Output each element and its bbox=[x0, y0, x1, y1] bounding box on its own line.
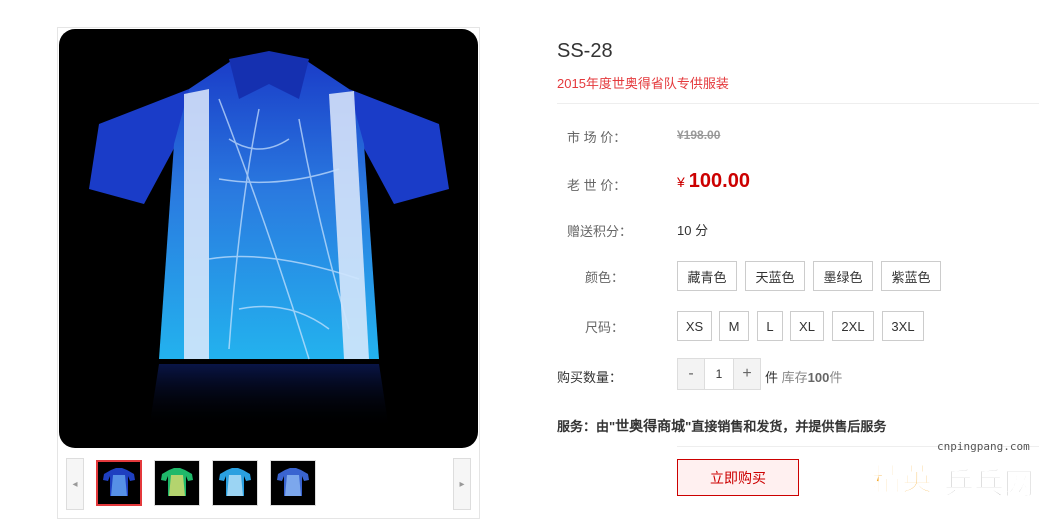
svg-text:精英: 精英 bbox=[872, 463, 933, 498]
stock-info: 件 库存100件 bbox=[765, 367, 842, 386]
size-option-xs[interactable]: XS bbox=[677, 311, 712, 341]
quantity-unit: 件 bbox=[765, 370, 779, 385]
svg-text:乒乓网: 乒乓网 bbox=[944, 467, 1034, 502]
color-option-dark-green[interactable]: 墨绿色 bbox=[813, 261, 873, 291]
currency-symbol: ¥ bbox=[677, 174, 685, 190]
price-value: 100.00 bbox=[688, 170, 750, 192]
points-label: 赠送积分： bbox=[567, 224, 633, 239]
service-note: 服务：由"世奥得商城"直接销售和发货，并提供售后服务 bbox=[557, 416, 886, 436]
color-option-sky-blue[interactable]: 天蓝色 bbox=[745, 261, 805, 291]
size-option-l[interactable]: L bbox=[757, 311, 783, 341]
thumbnail-bar: ◂ ▸ bbox=[66, 458, 471, 510]
thumbnail-3[interactable] bbox=[212, 460, 258, 506]
divider bbox=[557, 103, 1039, 104]
quantity-plus-button[interactable]: + bbox=[733, 358, 761, 390]
points-value: 10 分 bbox=[677, 223, 709, 238]
thumbnail-1[interactable] bbox=[96, 460, 142, 506]
thumb-prev-arrow-icon[interactable]: ◂ bbox=[66, 458, 84, 510]
quantity-minus-button[interactable]: - bbox=[677, 358, 705, 390]
market-price-label: 市 场 价： bbox=[567, 130, 627, 145]
thumbnail-2[interactable] bbox=[154, 460, 200, 506]
size-option-xl[interactable]: XL bbox=[790, 311, 824, 341]
stock-prefix: 库存 bbox=[781, 370, 808, 385]
shirt-thumb-icon bbox=[103, 468, 135, 496]
sale-price: ¥100.00 bbox=[677, 170, 750, 193]
stock-suffix: 件 bbox=[829, 370, 843, 385]
polo-shirt-image bbox=[89, 51, 449, 429]
product-subtitle: 2015年度世奥得省队专供服装 bbox=[557, 76, 729, 91]
quantity-input[interactable] bbox=[705, 358, 733, 390]
quantity-label: 购买数量： bbox=[557, 370, 623, 385]
price-label: 老 世 价： bbox=[567, 178, 627, 193]
size-option-m[interactable]: M bbox=[719, 311, 749, 341]
size-option-3xl[interactable]: 3XL bbox=[882, 311, 924, 341]
color-option-navy[interactable]: 藏青色 bbox=[677, 261, 737, 291]
market-price: ¥198.00 bbox=[677, 128, 721, 142]
shirt-thumb-icon bbox=[161, 468, 193, 496]
thumbnail-4[interactable] bbox=[270, 460, 316, 506]
service-prefix: 服务：由" bbox=[557, 419, 616, 434]
watermark-logo: 精英 乒乓网 bbox=[872, 463, 1035, 503]
shirt-thumb-icon bbox=[219, 468, 251, 496]
main-product-image[interactable] bbox=[59, 29, 478, 448]
size-label: 尺码： bbox=[585, 320, 625, 335]
size-option-2xl[interactable]: 2XL bbox=[832, 311, 874, 341]
product-gallery: ◂ ▸ bbox=[57, 27, 480, 519]
service-store: 世奥得商城 bbox=[615, 418, 686, 434]
thumb-next-arrow-icon[interactable]: ▸ bbox=[453, 458, 471, 510]
color-label: 颜色： bbox=[585, 270, 625, 285]
stock-count: 100 bbox=[807, 370, 830, 385]
service-suffix: "直接销售和发货，并提供售后服务 bbox=[685, 419, 887, 434]
shirt-thumb-icon bbox=[277, 468, 309, 496]
product-title: SS-28 bbox=[557, 40, 613, 62]
color-option-purple-blue[interactable]: 紫蓝色 bbox=[881, 261, 941, 291]
quantity-stepper: - + bbox=[677, 358, 761, 390]
buy-now-button[interactable]: 立即购买 bbox=[677, 459, 799, 496]
